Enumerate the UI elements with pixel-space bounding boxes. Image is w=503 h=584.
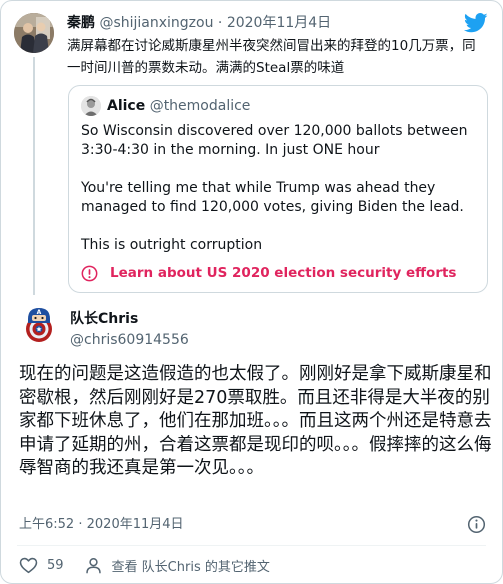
svg-text:A: A [37,309,42,316]
parent-header: 秦鹏 @shijianxingzou · 2020年11月4日 [67,14,331,32]
tweet-text: 现在的问题是这造假造的也太假了。刚刚好是拿下威斯康星和密歇根，然后刚刚好是270… [19,364,492,478]
divider [17,545,486,546]
quote-paragraph: So Wisconsin discovered over 120,000 bal… [81,123,468,158]
election-notice-text[interactable]: Learn about US 2020 election security ef… [110,265,456,281]
election-notice-link[interactable]: Learn about US 2020 election security ef… [81,263,456,283]
twitter-bird-icon[interactable] [464,13,488,33]
alert-circle-icon [81,265,98,281]
info-icon[interactable] [467,515,486,534]
parent-date[interactable]: 2020年11月4日 [227,15,331,31]
quote-body: So Wisconsin discovered over 120,000 bal… [81,122,476,255]
quoted-tweet[interactable]: Alice @themodalice So Wisconsin discover… [68,85,488,293]
tweet-card: 秦鹏 @shijianxingzou · 2020年11月4日 满屏幕都在讨论威… [0,0,503,584]
view-more-tweets-link[interactable]: 查看 队长Chris 的其它推文 [112,556,270,575]
author-handle[interactable]: @chris60914556 [70,331,189,349]
like-count[interactable]: 59 [47,558,64,573]
quote-author-handle: @themodalice [149,98,251,114]
parent-tweet-text: 满屏幕都在讨论威斯康星州半夜突然间冒出来的拜登的10几万票，同一时间川普的票数未… [67,38,476,76]
quote-avatar [81,96,101,116]
tweet-timestamp[interactable]: 上午6:52 · 2020年11月4日 [19,516,184,534]
quote-author-name: Alice [107,98,146,114]
tweet-date[interactable]: 2020年11月4日 [87,517,184,532]
quote-header: Alice @themodalice [107,97,250,115]
parent-separator: · [217,15,223,31]
parent-author-handle[interactable]: @shijianxingzou [99,15,213,31]
tweet-actions: 59 查看 队长Chris 的其它推文 [19,555,270,575]
quote-paragraph: You're telling me that while Trump was a… [81,180,464,215]
tweet-time[interactable]: 上午6:52 [19,517,74,532]
tweet-meta-separator: · [78,517,83,532]
parent-avatar[interactable] [14,13,54,53]
parent-author-name[interactable]: 秦鹏 [67,15,95,31]
thread-connector-line [33,57,35,295]
person-icon[interactable] [84,556,103,575]
heart-icon[interactable] [19,556,38,575]
quote-paragraph: This is outright corruption [81,237,263,253]
author-name[interactable]: 队长Chris [70,310,138,328]
author-avatar[interactable]: A [19,305,59,345]
